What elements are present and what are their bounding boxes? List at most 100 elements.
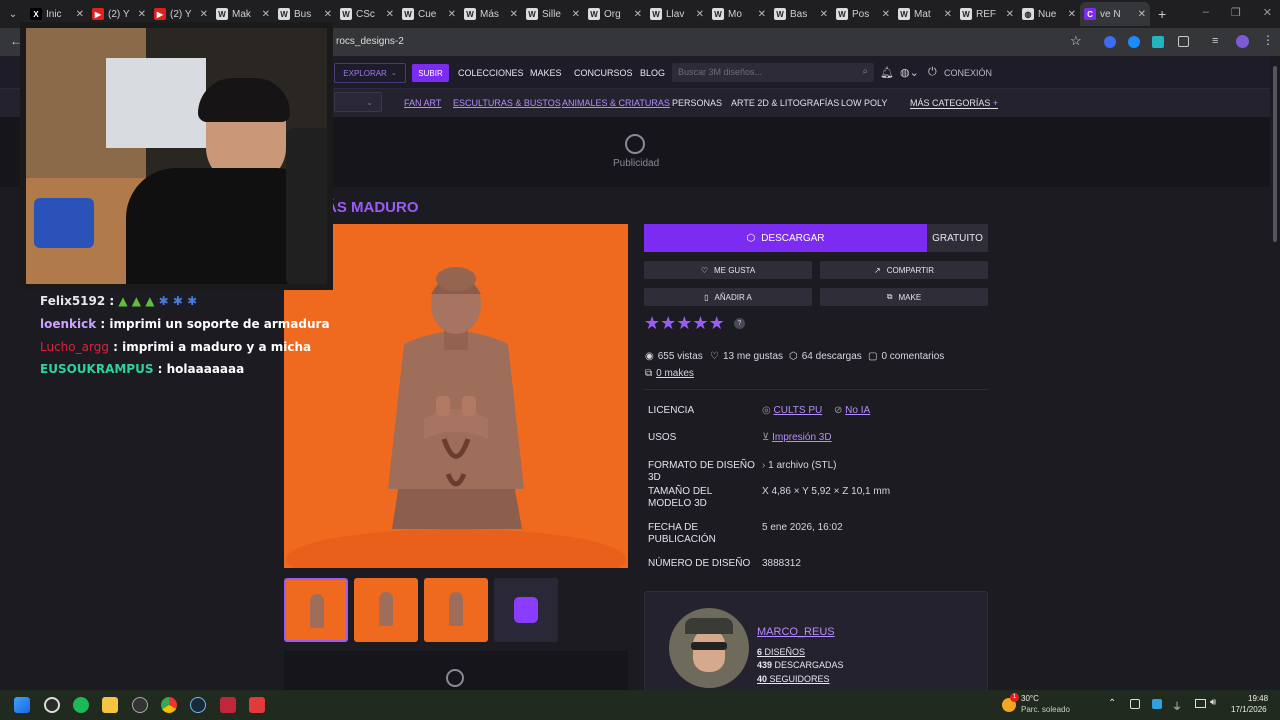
browser-tab[interactable]: W Pos ✕	[832, 2, 894, 26]
tab-close-icon[interactable]: ✕	[696, 9, 704, 20]
tab-close-icon[interactable]: ✕	[386, 9, 394, 20]
page-scrollbar[interactable]	[1270, 56, 1280, 690]
obs-icon[interactable]	[44, 697, 60, 713]
tab-close-icon[interactable]: ✕	[944, 9, 952, 20]
browser-tab[interactable]: ◍ Nue ✕	[1018, 2, 1080, 26]
add-to-button[interactable]: ▯ AÑADIR A	[644, 288, 812, 306]
tray-app-icon-1[interactable]	[1130, 699, 1140, 709]
nav-collections[interactable]: COLECCIONES	[458, 68, 524, 78]
login-link[interactable]: CONEXIÓN	[944, 68, 992, 78]
extension-icon-1[interactable]	[1104, 36, 1116, 48]
category-people[interactable]: PERSONAS	[672, 98, 722, 108]
tab-close-icon[interactable]: ✕	[1138, 9, 1146, 20]
tab-close-icon[interactable]: ✕	[882, 9, 890, 20]
browser-tab[interactable]: W Más ✕	[460, 2, 522, 26]
star-icon[interactable]: ★	[660, 313, 676, 333]
tab-close-icon[interactable]: ✕	[262, 9, 270, 20]
category-low-poly[interactable]: LOW POLY	[841, 98, 887, 108]
share-button[interactable]: ↗ COMPARTIR	[820, 261, 988, 279]
windows-start-icon[interactable]	[14, 697, 30, 713]
4k-app-icon[interactable]	[132, 697, 148, 713]
tab-close-icon[interactable]: ✕	[1068, 9, 1076, 20]
extension-icon-2[interactable]	[1128, 36, 1140, 48]
extension-icon-3[interactable]	[1152, 36, 1164, 48]
author-designs[interactable]: 6 DISEÑOS	[757, 647, 805, 657]
bookmark-star-icon[interactable]: ☆	[1070, 33, 1082, 49]
browser-tab[interactable]: W REF ✕	[956, 2, 1018, 26]
tray-app-icon-2[interactable]	[1152, 699, 1162, 709]
tray-chevron-icon[interactable]: ⌃	[1108, 698, 1116, 709]
category-animals[interactable]: ANIMALES & CRIATURAS	[562, 98, 670, 108]
browser-tab[interactable]: W Llav ✕	[646, 2, 708, 26]
file-explorer-icon[interactable]	[102, 697, 118, 713]
author-followers[interactable]: 40 SEGUIDORES	[757, 674, 830, 684]
nav-makes[interactable]: MAKES	[530, 68, 562, 78]
bell-icon[interactable]: 🔔︎	[880, 66, 894, 79]
app-icon[interactable]	[249, 697, 265, 713]
tab-close-icon[interactable]: ✕	[76, 9, 84, 20]
upload-button[interactable]: SUBIR	[412, 64, 449, 82]
browser-tab[interactable]: W Mat ✕	[894, 2, 956, 26]
uses-value[interactable]: ⊻ Impresión 3D	[762, 432, 832, 443]
star-icon[interactable]: ★	[676, 313, 692, 333]
tray-app-icon-4[interactable]	[1195, 699, 1206, 708]
tab-close-icon[interactable]: ✕	[138, 9, 146, 20]
minimize-icon[interactable]: –	[1203, 6, 1209, 19]
explore-button[interactable]: EXPLORAR ⌄	[334, 63, 406, 83]
rating-stars[interactable]: ★★★★★	[644, 313, 725, 334]
globe-icon[interactable]: ◍⌄	[900, 66, 919, 79]
power-icon[interactable]: ⏻	[928, 66, 937, 79]
category-select[interactable]: ⌄	[334, 92, 382, 112]
category-2d-art[interactable]: ARTE 2D & LITOGRAFÍAS	[731, 98, 839, 108]
star-icon[interactable]: ★	[644, 313, 660, 333]
star-icon[interactable]: ★	[709, 313, 725, 333]
no-ai-tag[interactable]: ⊘ No IA	[834, 405, 870, 416]
tab-close-icon[interactable]: ✕	[448, 9, 456, 20]
streaming-app-icon[interactable]	[220, 697, 236, 713]
clock-date[interactable]: 17/1/2026	[1231, 705, 1267, 714]
restore-icon[interactable]: ❐	[1231, 6, 1241, 19]
tab-close-icon[interactable]: ✕	[572, 9, 580, 20]
tab-close-icon[interactable]: ✕	[758, 9, 766, 20]
close-window-icon[interactable]: ✕	[1263, 6, 1272, 19]
tray-app-icon-3[interactable]: ⏚	[1172, 698, 1182, 713]
chrome-icon[interactable]	[161, 697, 177, 713]
download-button[interactable]: ⬡ DESCARGAR	[644, 224, 927, 252]
search-input[interactable]: Buscar 3M diseños... ⌕	[672, 63, 874, 82]
thumbnail-1[interactable]	[284, 578, 348, 642]
tab-close-icon[interactable]: ✕	[510, 9, 518, 20]
browser-tab[interactable]: W Bas ✕	[770, 2, 832, 26]
url-field[interactable]: rocs_designs-2	[336, 36, 404, 47]
author-avatar[interactable]	[669, 608, 749, 688]
search-icon[interactable]: ⌕	[862, 66, 868, 77]
thumbnail-3d-viewer[interactable]	[494, 578, 558, 642]
category-fan-art[interactable]: FAN ART	[404, 98, 441, 108]
author-name[interactable]: MARCO_REUS	[757, 626, 835, 638]
tab-close-icon[interactable]: ✕	[324, 9, 332, 20]
browser-tab[interactable]: W Org ✕	[584, 2, 646, 26]
format-value[interactable]: › 1 archivo (STL)	[762, 460, 836, 471]
tab-close-icon[interactable]: ✕	[634, 9, 642, 20]
extensions-puzzle-icon[interactable]	[1178, 36, 1189, 47]
browser-tab[interactable]: Cve N ✕	[1080, 2, 1150, 26]
browser-tab[interactable]: W CSc ✕	[336, 2, 398, 26]
profile-avatar[interactable]	[1236, 35, 1249, 48]
rating-help-icon[interactable]: ?	[734, 318, 745, 329]
star-icon[interactable]: ★	[692, 313, 708, 333]
weather-temp[interactable]: 30°C	[1021, 694, 1039, 703]
browser-tab[interactable]: W Mo ✕	[708, 2, 770, 26]
reading-list-icon[interactable]: ≡	[1212, 35, 1218, 47]
steam-icon[interactable]	[190, 697, 206, 713]
clock-time[interactable]: 19:48	[1248, 694, 1268, 703]
category-sculptures[interactable]: ESCULTURAS & BUSTOS	[453, 98, 561, 108]
scrollbar-thumb[interactable]	[1273, 66, 1277, 242]
browser-tab[interactable]: W Sille ✕	[522, 2, 584, 26]
thumbnail-3[interactable]	[424, 578, 488, 642]
tab-close-icon[interactable]: ✕	[820, 9, 828, 20]
like-button[interactable]: ♡ ME GUSTA	[644, 261, 812, 279]
weather-text[interactable]: Parc. soleado	[1021, 705, 1070, 714]
browser-tab[interactable]: W Cue ✕	[398, 2, 460, 26]
nav-blog[interactable]: BLOG	[640, 68, 665, 78]
tab-close-icon[interactable]: ✕	[1006, 9, 1014, 20]
product-image[interactable]	[284, 224, 628, 568]
